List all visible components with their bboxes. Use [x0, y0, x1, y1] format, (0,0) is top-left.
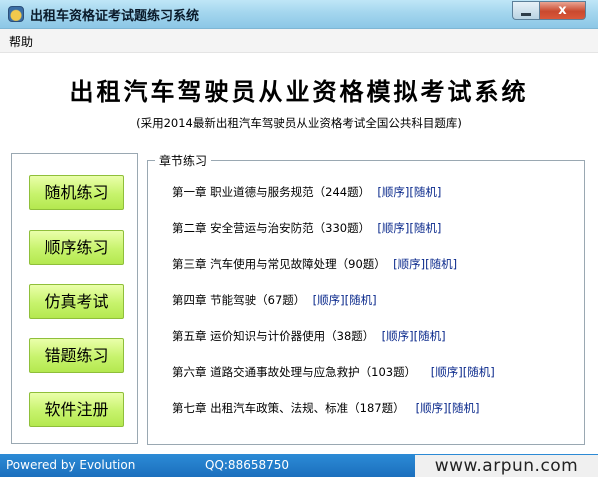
chapter-5-sequential-link[interactable]: [顺序] [382, 329, 414, 343]
chapter-row: 第六章 道路交通事故处理与应急救护（103题） [顺序][随机] [172, 364, 495, 380]
chapter-2-random-link[interactable]: [随机] [409, 221, 441, 235]
random-practice-button[interactable]: 随机练习 [29, 175, 124, 210]
chapter-4-random-link[interactable]: [随机] [345, 293, 377, 307]
chapter-row: 第四章 节能驾驶（67题） [顺序][随机] [172, 292, 377, 308]
chapter-title: 第三章 汽车使用与常见故障处理（90题） [172, 257, 386, 271]
minimize-icon [521, 12, 531, 16]
title-bar[interactable]: 出租车资格证考试题练习系统 x [0, 0, 598, 29]
chapter-row: 第五章 运价知识与计价器使用（38题） [顺序][随机] [172, 328, 446, 344]
wrong-answers-practice-button[interactable]: 错题练习 [29, 338, 124, 373]
chapter-practice-label: 章节练习 [155, 152, 212, 169]
chapter-5-random-link[interactable]: [随机] [414, 329, 446, 343]
watermark: www.arpun.com [415, 455, 598, 477]
chapter-2-sequential-link[interactable]: [顺序] [377, 221, 409, 235]
page-subtitle: (采用2014最新出租汽车驾驶员从业资格考试全国公共科目题库) [136, 116, 462, 130]
chapter-7-random-link[interactable]: [随机] [448, 401, 480, 415]
chapter-title: 第六章 道路交通事故处理与应急救护（103题） [172, 365, 417, 379]
menu-bar: 帮助 [0, 29, 598, 53]
chapter-title: 第五章 运价知识与计价器使用（38题） [172, 329, 375, 343]
page-title: 出租汽车驾驶员从业资格模拟考试系统 [69, 77, 529, 106]
software-register-button[interactable]: 软件注册 [29, 392, 124, 427]
chapter-row: 第三章 汽车使用与常见故障处理（90题） [顺序][随机] [172, 256, 457, 272]
chapter-row: 第七章 出租汽车政策、法规、标准（187题） [顺序][随机] [172, 400, 480, 416]
close-icon: x [558, 3, 567, 18]
chapter-1-random-link[interactable]: [随机] [409, 185, 441, 199]
chapter-row: 第一章 职业道德与服务规范（244题） [顺序][随机] [172, 184, 441, 200]
chapter-1-sequential-link[interactable]: [顺序] [377, 185, 409, 199]
chapter-title: 第一章 职业道德与服务规范（244题） [172, 185, 371, 199]
chapter-3-sequential-link[interactable]: [顺序] [393, 257, 425, 271]
chapter-4-sequential-link[interactable]: [顺序] [313, 293, 345, 307]
chapter-3-random-link[interactable]: [随机] [425, 257, 457, 271]
qq-contact-text: QQ:88658750 [205, 458, 290, 472]
status-bar: Powered by Evolution QQ:88658750 www.arp… [0, 454, 598, 477]
chapter-6-random-link[interactable]: [随机] [463, 365, 495, 379]
chapter-title: 第二章 安全营运与治安防范（330题） [172, 221, 371, 235]
minimize-button[interactable] [512, 1, 539, 20]
chapter-7-sequential-link[interactable]: [顺序] [416, 401, 448, 415]
mode-button-panel: 随机练习 顺序练习 仿真考试 错题练习 软件注册 [11, 153, 138, 444]
chapter-title: 第四章 节能驾驶（67题） [172, 293, 306, 307]
mock-exam-button[interactable]: 仿真考试 [29, 284, 124, 319]
chapter-title: 第七章 出租汽车政策、法规、标准（187题） [172, 401, 405, 415]
powered-by-text: Powered by Evolution [6, 458, 136, 472]
menu-help[interactable]: 帮助 [9, 33, 33, 50]
window-title: 出租车资格证考试题练习系统 [30, 9, 200, 24]
chapter-row: 第二章 安全营运与治安防范（330题） [顺序][随机] [172, 220, 441, 236]
app-icon [8, 6, 24, 22]
sequential-practice-button[interactable]: 顺序练习 [29, 230, 124, 265]
chapter-6-sequential-link[interactable]: [顺序] [431, 365, 463, 379]
close-button[interactable]: x [539, 1, 586, 20]
